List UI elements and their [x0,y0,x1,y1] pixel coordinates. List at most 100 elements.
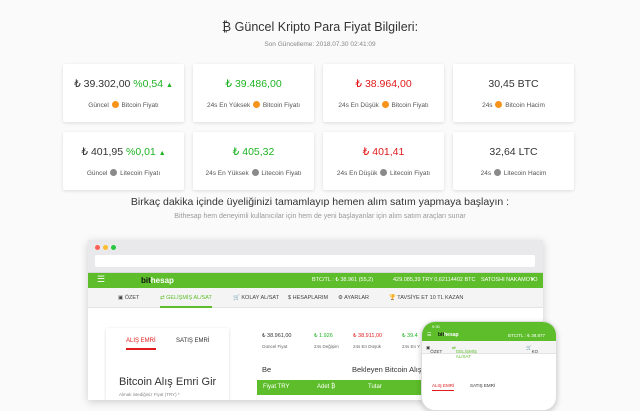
nav-summary: ▣ ÖZET [118,295,140,301]
bitcoin-icon [381,101,389,108]
nav-accounts: $ HESAPLARIM [288,295,329,301]
up-arrow-icon: ▲ [158,150,166,157]
column-header: Adet ₿ [317,384,336,390]
card-btc-high: ₺ 39.486,00 24s En Yüksek Bitcoin Fiyatı [193,64,314,122]
card-label: Bitcoin Hacim [505,102,545,110]
price-cards: ₺ 39.302,00 %0,54 ▲ Güncel Bitcoin Fiyat… [63,64,575,190]
bitcoin-icon [111,101,119,108]
stat-label: 24s En Y [402,344,421,349]
nav-label: KO [531,349,539,354]
ltc-high-price: ₺ 405,32 [232,146,275,158]
cta-subtitle: Bithesap hem deneyimli kullanıcılar için… [174,213,466,220]
column-header: Tutar [368,384,382,390]
chevron-down-icon: ▾ [531,277,534,283]
phone-header: ☰ bithesap BTC/TL : ₺ 38.877 [422,330,556,341]
column-header: Fiyat TRY [263,384,290,390]
litecoin-icon [251,169,259,176]
ltc-change: %0,01 [126,146,156,158]
stat-label: 24s En Düşük [353,344,382,349]
phone-status-bar: 9:30 [422,322,556,330]
card-label: Bitcoin Fiyatı [262,102,301,110]
section-title-part: Be [262,365,272,374]
card-btc-current: ₺ 39.302,00 %0,54 ▲ Güncel Bitcoin Fiyat… [63,64,184,122]
phone-nav: ▣ ÖZET ⇄ GELİŞMİŞ AL/SAT 🛒 KO [422,341,556,359]
ltc-volume: 32,64 LTC [489,146,538,158]
bitcoin-icon [495,101,503,108]
nav-label: ÖZET [430,349,443,354]
card-btc-volume: 30,45 BTC 24s Bitcoin Hacim [453,64,574,122]
nav-label: HESAPLARIM [292,295,329,301]
btc-change: %0,54 [133,78,164,90]
litecoin-icon [380,169,388,176]
nav-label: KOLAY AL/SAT [241,295,279,301]
main-nav: ▣ ÖZET ⇄ GELİŞMİŞ AL/SAT 🛒 KOLAY AL/SAT … [88,288,543,308]
card-label: Litecoin Fiyatı [120,170,161,178]
card-label: Litecoin Fiyatı [389,170,431,178]
phone-nav-advanced: ⇄ GELİŞMİŞ AL/SAT [452,345,478,359]
stat-value: ₺ 39.4 [402,333,418,339]
up-arrow-icon: ▲ [166,82,173,89]
card-btc-low: ₺ 38.964,00 24s En Düşük Bitcoin Fiyatı [323,64,444,122]
nav-label: AYARLAR [344,295,370,301]
bitcoin-icon [253,101,261,108]
btc-volume: 30,45 BTC [488,78,539,90]
logo-text: bit [141,276,151,285]
stat-high: ₺ 39.4 24s En Y [402,333,420,349]
stat-value: ₺ 38.911,00 [353,333,383,339]
btc-current-price: ₺ 39.302,00 [74,78,131,90]
btc-rate: BTC/TL : ₺ 38.961 (55,2) [312,277,374,283]
nav-label: GELİŞMİŞ AL/SAT [455,349,478,359]
browser-chrome [88,240,543,273]
litecoin-icon [110,169,118,176]
tab-sell-order: SATIŞ EMRİ [176,338,210,344]
btc-high-price: ₺ 39.486,00 [225,78,282,90]
phone-time: 9:30 [432,324,440,329]
account-balance: 429.085,39 TRY 0,62114402 BTC [393,277,476,283]
order-price-label: Almak istediğiniz Fiyat (TRY) * [119,392,180,397]
card-label: 24s En Düşük [336,170,378,178]
menu-icon: ☰ [427,332,432,338]
order-panel: ALIŞ EMRİ SATIŞ EMRİ Bitcoin Alış Emri G… [106,328,229,400]
page-title: ₿ Güncel Kripto Para Fiyat Bilgileri: [221,20,419,34]
phone-tab-sell: SATIŞ EMRİ [470,383,496,388]
phone-nav-easy: 🛒 KO [526,345,539,354]
litecoin-icon [493,169,501,176]
card-label: 24s En Yüksek [205,170,249,178]
tab-buy-order: ALIŞ EMRİ [126,338,156,350]
card-label: 24s [480,170,492,178]
close-dot-icon [95,245,100,250]
nav-referral: 🏆 TAVSİYE ET 10 TL KAZAN [389,295,464,301]
stat-value: ₺ 38.961,00 [262,333,292,339]
card-ltc-high: ₺ 405,32 24s En Yüksek Litecoin Fiyatı [193,132,314,190]
card-label: Bitcoin Fiyatı [121,102,159,110]
minimize-dot-icon [103,245,108,250]
ltc-current-price: ₺ 401,95 [81,146,124,158]
stat-current: ₺ 38.961,00 Güncel Fiyat [262,333,292,349]
phone-nav-summary: ▣ ÖZET [426,345,443,354]
phone-tab-buy: ALIŞ EMRİ [432,383,455,391]
btc-low-price: ₺ 38.964,00 [355,78,412,90]
card-label: 24s En Düşük [338,102,379,110]
cta-title: Birkaç dakika içinde üyeliğinizi tamamla… [130,196,510,208]
card-label: 24s En Yüksek [206,102,251,110]
last-updated: Son Güncelleme: 2018.07.30 02:41:09 [264,41,376,48]
maximize-dot-icon [111,245,116,250]
logo: bithesap [438,332,459,338]
nav-label: ÖZET [124,295,140,301]
card-ltc-current: ₺ 401,95 %0,01 ▲ Güncel Litecoin Fiyatı [63,132,184,190]
stat-change: ₺ 1.926 24s Değişim [314,333,339,349]
nav-settings: ⚙ AYARLAR [338,295,370,301]
menu-icon: ☰ [97,274,106,284]
logo-text: hesap [444,332,459,338]
card-label: Litecoin Fiyatı [261,170,302,178]
stat-low: ₺ 38.911,00 24s En Düşük [353,333,382,349]
phone-mockup: 9:30 ☰ bithesap BTC/TL : ₺ 38.877 ▣ ÖZET… [421,321,557,411]
logo-text: hesap [150,276,174,285]
address-bar [95,255,535,267]
phone-btc-rate: BTC/TL : ₺ 38.877 [508,333,545,338]
card-ltc-volume: 32,64 LTC 24s Litecoin Hacim [453,132,574,190]
app-header: ☰ bithesap BTC/TL : ₺ 38.961 (55,2) 429.… [88,273,543,288]
nav-easy-trade: 🛒 KOLAY AL/SAT [233,295,279,301]
stat-value: ₺ 1.926 [314,333,333,339]
card-label: 24s [482,102,493,110]
